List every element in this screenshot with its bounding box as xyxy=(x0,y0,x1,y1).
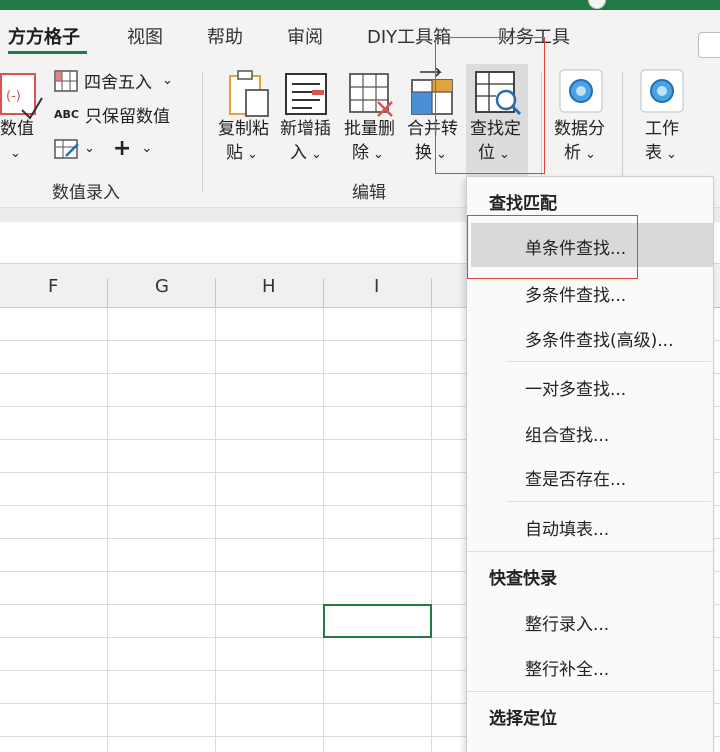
group-label-edit: 编辑 xyxy=(352,183,386,203)
menu-item-auto-fill-form[interactable]: 自动填表... xyxy=(525,515,609,540)
tab-diy-toolbox[interactable]: DIY工具箱 xyxy=(367,23,451,49)
menu-item-multi-condition-lookup[interactable]: 多条件查找... xyxy=(525,281,626,306)
tab-help[interactable]: 帮助 xyxy=(207,23,243,49)
find-locate-label[interactable]: 查找定 xyxy=(470,118,521,141)
chevron-down-icon[interactable]: ⌄ xyxy=(84,141,95,156)
selected-cell[interactable] xyxy=(323,604,432,638)
keep-numbers-label: 只保留数值 xyxy=(84,107,170,127)
worksheet-label-2[interactable]: 表 ⌄ xyxy=(645,142,677,166)
menu-section-divider xyxy=(467,691,715,692)
insert-row-icon xyxy=(285,73,327,115)
find-locate-label-2[interactable]: 位 ⌄ xyxy=(478,142,510,166)
svg-text:(-): (-) xyxy=(6,89,21,104)
round-label: 四舍五入 xyxy=(84,73,152,93)
column-divider[interactable] xyxy=(323,278,324,308)
batch-delete-label[interactable]: 批量删 xyxy=(344,118,395,141)
chevron-down-icon[interactable]: ⌄ xyxy=(141,141,152,156)
merge-convert-icon xyxy=(411,68,453,115)
batch-delete-icon xyxy=(349,73,393,117)
worksheet-label[interactable]: 工作 xyxy=(645,118,679,141)
menu-item-exists-check[interactable]: 查是否存在... xyxy=(525,465,626,490)
group-label-value-entry: 数值录入 xyxy=(52,183,120,203)
insert-label[interactable]: 新增插 xyxy=(280,118,331,141)
insert-label-2[interactable]: 入 ⌄ xyxy=(290,142,322,166)
app-logo-icon xyxy=(588,0,606,9)
column-gridline xyxy=(107,308,108,752)
column-divider[interactable] xyxy=(431,278,432,308)
column-header-f[interactable]: F xyxy=(48,276,58,297)
batch-delete-label-2[interactable]: 除 ⌄ xyxy=(352,142,384,166)
value-convert-icon: (-) xyxy=(0,73,43,120)
column-divider[interactable] xyxy=(107,278,108,308)
menu-item-combined-lookup[interactable]: 组合查找... xyxy=(525,421,609,446)
menu-section-divider xyxy=(467,551,715,552)
column-gridline xyxy=(431,308,432,752)
round-icon xyxy=(54,69,78,92)
ribbon-tabs: 方方格子 视图 帮助 审阅 DIY工具箱 财务工具 xyxy=(0,10,720,60)
tab-review[interactable]: 审阅 xyxy=(287,23,323,49)
menu-section-header-quick-entry: 快查快录 xyxy=(489,569,557,589)
menu-item-row-entry[interactable]: 整行录入... xyxy=(525,610,609,635)
active-tab-indicator xyxy=(8,51,87,54)
tab-fangfanggezi[interactable]: 方方格子 xyxy=(8,23,80,49)
title-bar xyxy=(0,0,720,10)
format-buttons-row: ⌄ + ⌄ xyxy=(54,136,152,161)
tab-view[interactable]: 视图 xyxy=(127,23,163,49)
column-divider[interactable] xyxy=(215,278,216,308)
column-header-g[interactable]: G xyxy=(155,276,169,297)
data-analysis-icon xyxy=(559,69,603,113)
column-header-h[interactable]: H xyxy=(262,276,276,297)
value-convert-label[interactable]: 数值 xyxy=(0,118,34,141)
group-divider xyxy=(622,72,623,192)
plus-icon[interactable]: + xyxy=(113,136,131,161)
find-locate-icon xyxy=(475,71,522,116)
menu-item-multi-condition-advanced[interactable]: 多条件查找(高级)... xyxy=(525,326,673,351)
group-divider xyxy=(202,72,203,192)
menu-item-row-complete[interactable]: 整行补全... xyxy=(525,655,609,680)
share-icon[interactable] xyxy=(698,32,720,58)
copy-paste-label[interactable]: 复制粘 xyxy=(218,118,269,141)
chevron-down-icon: ⌄ xyxy=(162,73,173,88)
menu-item-single-condition-lookup[interactable]: 单条件查找... xyxy=(525,234,626,259)
column-header-i[interactable]: I xyxy=(374,276,379,297)
copy-paste-icon xyxy=(229,70,269,117)
menu-section-header-lookup: 查找匹配 xyxy=(489,194,557,214)
tab-finance-tools[interactable]: 财务工具 xyxy=(498,23,570,49)
round-button[interactable]: 四舍五入 ⌄ xyxy=(54,68,173,93)
column-gridline xyxy=(215,308,216,752)
menu-divider xyxy=(507,501,711,502)
menu-item-one-to-many-lookup[interactable]: 一对多查找... xyxy=(525,375,626,400)
menu-divider xyxy=(507,361,711,362)
merge-convert-label-2[interactable]: 换 ⌄ xyxy=(415,142,447,166)
column-gridline xyxy=(323,308,324,752)
merge-convert-label[interactable]: 合并转 xyxy=(407,118,458,141)
data-analysis-label-2[interactable]: 析 ⌄ xyxy=(564,142,596,166)
copy-paste-label-2[interactable]: 贴 ⌄ xyxy=(226,142,258,166)
edit-table-icon[interactable] xyxy=(54,138,80,160)
abc-icon: ABC xyxy=(54,108,79,121)
value-convert-chevron-icon[interactable]: ⌄ xyxy=(10,142,21,165)
find-locate-dropdown-menu: 查找匹配 单条件查找... 多条件查找... 多条件查找(高级)... 一对多查… xyxy=(466,176,715,752)
keep-numbers-button[interactable]: ABC 只保留数值 xyxy=(54,102,170,127)
menu-section-header-select-locate: 选择定位 xyxy=(489,709,557,729)
data-analysis-label[interactable]: 数据分 xyxy=(554,118,605,141)
group-divider xyxy=(541,72,542,192)
worksheet-icon xyxy=(640,69,684,113)
